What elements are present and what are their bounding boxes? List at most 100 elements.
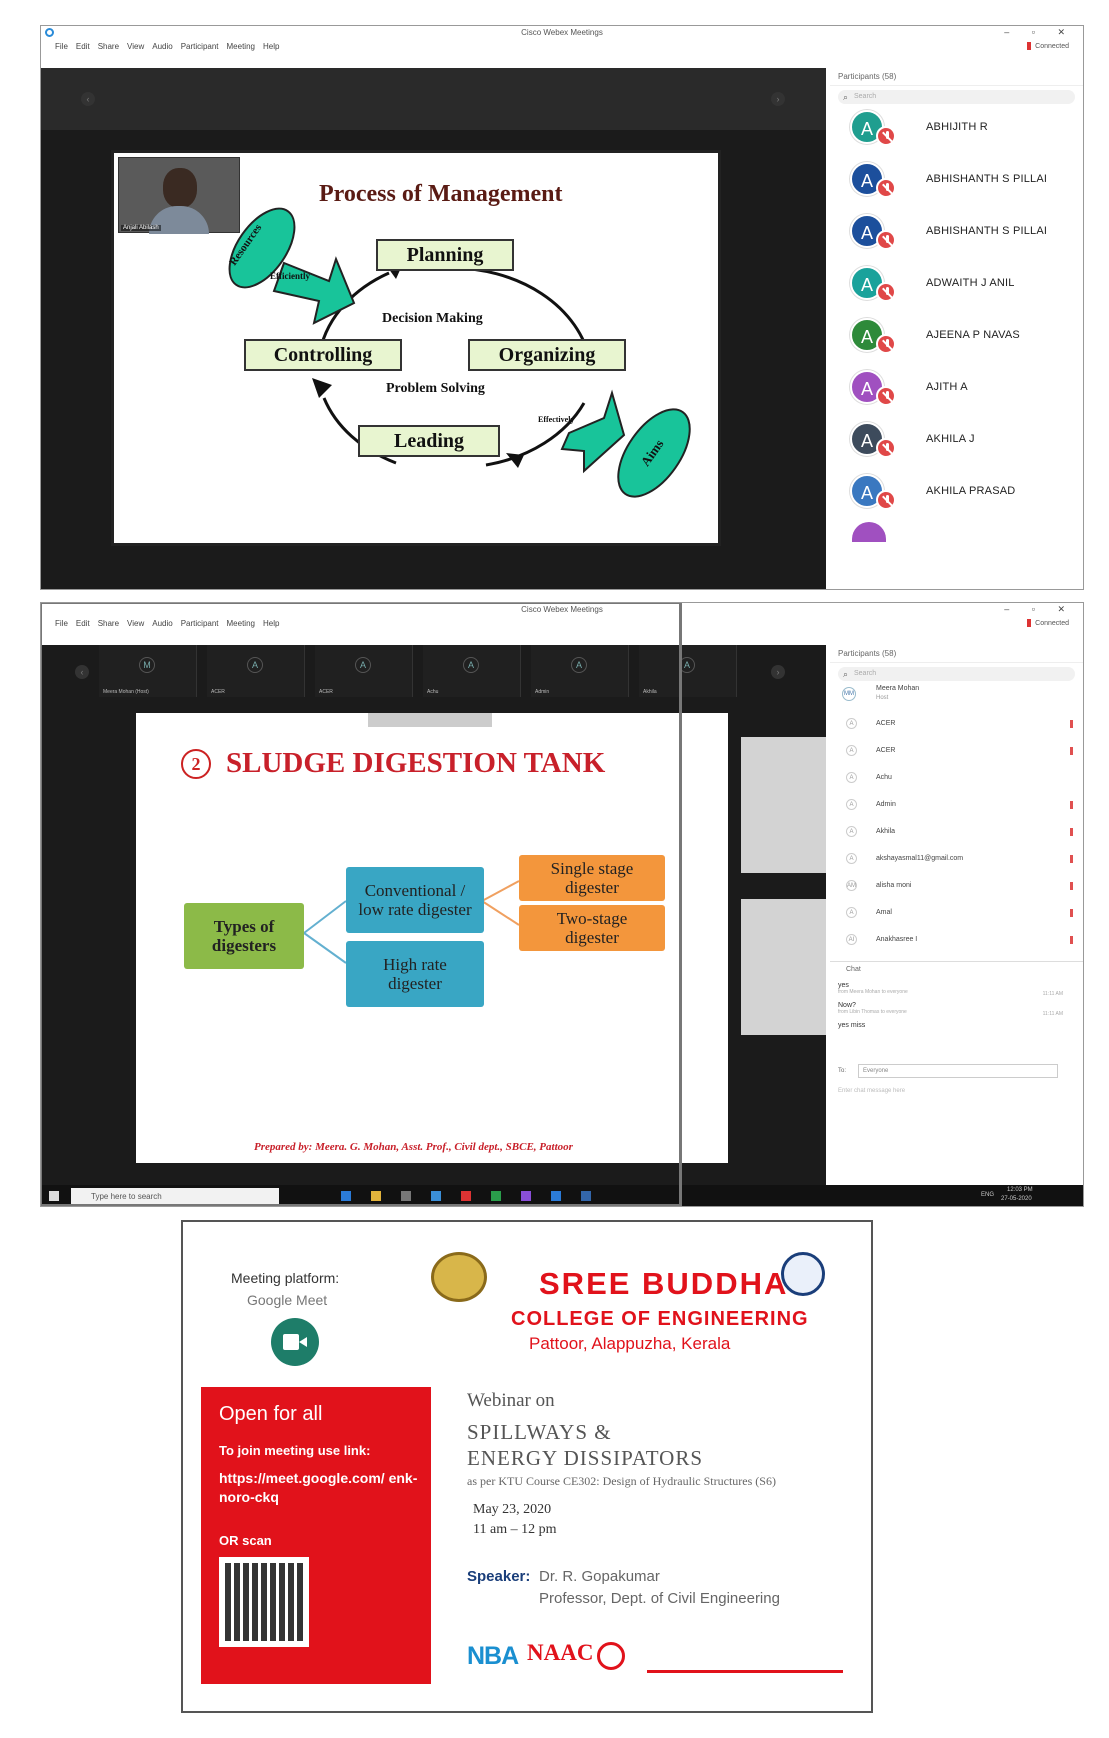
menu-file[interactable]: File bbox=[55, 619, 68, 628]
prev-arrow-icon[interactable]: ‹ bbox=[75, 665, 89, 679]
menu-edit[interactable]: Edit bbox=[76, 619, 90, 628]
window-controls[interactable]: – ▫ ✕ bbox=[1004, 604, 1075, 615]
avatar: MM bbox=[842, 687, 856, 701]
chat-recipient-select[interactable]: Everyone bbox=[858, 1064, 1058, 1078]
host-row[interactable]: MM Meera Mohan Host bbox=[830, 683, 1083, 709]
menu-help[interactable]: Help bbox=[263, 42, 279, 51]
participant-row[interactable]: Aakshayasmal11@gmail.com bbox=[830, 846, 1083, 873]
menu-meeting[interactable]: Meeting bbox=[227, 619, 255, 628]
video-thumbnail[interactable]: A ACER bbox=[315, 645, 413, 697]
search-input[interactable]: Search bbox=[838, 667, 1075, 681]
chat-text: yes bbox=[838, 982, 849, 989]
menu-bar: File Edit Share View Audio Participant Meeting… bbox=[41, 617, 1083, 631]
menu-edit[interactable]: Edit bbox=[76, 42, 90, 51]
taskbar-app-icon[interactable] bbox=[401, 1191, 411, 1201]
side-video-tile bbox=[741, 899, 826, 1035]
taskbar-app-icon[interactable] bbox=[581, 1191, 591, 1201]
taskbar-app-icon[interactable] bbox=[431, 1191, 441, 1201]
taskbar-app-icon[interactable] bbox=[461, 1191, 471, 1201]
video-thumbnail[interactable]: A ACER bbox=[207, 645, 305, 697]
video-thumbnail[interactable]: A Achu bbox=[423, 645, 521, 697]
participant-row[interactable]: A ABHISHANTH S PILLAI bbox=[830, 206, 1083, 258]
thumb-label: Akhila bbox=[643, 689, 657, 695]
windows-start-icon[interactable] bbox=[49, 1191, 59, 1201]
effectively-arrow bbox=[560, 389, 626, 474]
thumb-label: Meera Mohan (Host) bbox=[103, 689, 149, 695]
participant-row[interactable]: A ABHISHANTH S PILLAI bbox=[830, 154, 1083, 206]
muted-mic-icon bbox=[1070, 855, 1073, 863]
menu-audio[interactable]: Audio bbox=[152, 42, 172, 51]
conventional-digester-box: Conventional / low rate digester bbox=[346, 867, 484, 933]
video-thumbnail[interactable]: A Admin bbox=[531, 645, 629, 697]
thumb-label: Achu bbox=[427, 689, 439, 695]
taskbar-app-icon[interactable] bbox=[341, 1191, 351, 1201]
participant-name: Anakhasree I bbox=[876, 936, 918, 943]
prev-arrow-icon[interactable]: ‹ bbox=[81, 92, 95, 106]
menu-participant[interactable]: Participant bbox=[181, 619, 219, 628]
qr-code[interactable] bbox=[219, 1557, 309, 1647]
participant-row[interactable]: A AKHILA PRASAD bbox=[830, 466, 1083, 518]
avatar: A bbox=[846, 799, 857, 810]
participant-name: AKHILA PRASAD bbox=[926, 485, 1016, 497]
connection-status: Connected bbox=[1027, 42, 1069, 50]
participant-row[interactable]: A AJITH A bbox=[830, 362, 1083, 414]
menu-view[interactable]: View bbox=[127, 619, 144, 628]
participant-row[interactable]: AM alisha moni bbox=[830, 873, 1083, 900]
participant-name: Admin bbox=[876, 801, 896, 808]
box-planning: Planning bbox=[376, 239, 514, 271]
menu-help[interactable]: Help bbox=[263, 619, 279, 628]
taskbar-app-icon[interactable] bbox=[551, 1191, 561, 1201]
participants-header[interactable]: Participants (58) bbox=[830, 68, 1083, 86]
college-name: SREE BUDDHA bbox=[539, 1266, 789, 1301]
next-arrow-icon[interactable]: › bbox=[771, 92, 785, 106]
participant-row[interactable]: A ACER bbox=[830, 738, 1083, 765]
menu-audio[interactable]: Audio bbox=[152, 619, 172, 628]
menu-participant[interactable]: Participant bbox=[181, 42, 219, 51]
participant-row[interactable]: A Amal bbox=[830, 900, 1083, 927]
chat-text: yes miss bbox=[838, 1022, 866, 1029]
taskbar-app-icon[interactable] bbox=[371, 1191, 381, 1201]
participant-row[interactable]: A ACER bbox=[830, 711, 1083, 738]
video-thumbnail[interactable]: M Meera Mohan (Host) bbox=[99, 645, 197, 697]
participants-panel-2: Participants (58) Search MM Meera Mohan … bbox=[830, 645, 1083, 1185]
muted-mic-icon bbox=[1070, 720, 1073, 728]
menu-file[interactable]: File bbox=[55, 42, 68, 51]
thumb-label: Admin bbox=[535, 689, 550, 695]
topic-line-2: ENERGY DISSIPATORS bbox=[467, 1446, 704, 1470]
participants-header[interactable]: Participants (58) bbox=[830, 645, 1083, 663]
menu-meeting[interactable]: Meeting bbox=[227, 42, 255, 51]
participant-row[interactable]: A AKHILA J bbox=[830, 414, 1083, 466]
chat-header[interactable]: Chat bbox=[846, 966, 861, 973]
shared-slide: 2 SLUDGE DIGESTION TANK Types of digeste… bbox=[136, 713, 728, 1163]
menu-share[interactable]: Share bbox=[98, 619, 119, 628]
participant-name: akshayasmal11@gmail.com bbox=[876, 855, 964, 862]
taskbar-clock-time[interactable]: 12:03 PM bbox=[1007, 1187, 1033, 1193]
red-info-panel: Open for all To join meeting use link: h… bbox=[201, 1387, 431, 1684]
center-problem-solving: Problem Solving bbox=[386, 381, 485, 396]
taskbar-app-icon[interactable] bbox=[491, 1191, 501, 1201]
participant-row[interactable]: A ADWAITH J ANIL bbox=[830, 258, 1083, 310]
participant-row[interactable]: A ABHIJITH R bbox=[830, 102, 1083, 154]
participant-row[interactable]: A Akhila bbox=[830, 819, 1083, 846]
or-scan: OR scan bbox=[219, 1533, 272, 1548]
menu-share[interactable]: Share bbox=[98, 42, 119, 51]
taskbar-clock-date[interactable]: 27-05-2020 bbox=[1001, 1196, 1032, 1202]
participant-row[interactable]: A Admin bbox=[830, 792, 1083, 819]
participant-row[interactable]: AI Anakhasree I bbox=[830, 927, 1083, 954]
video-thumbnail[interactable]: A Akhila bbox=[639, 645, 737, 697]
taskbar-app-icon[interactable] bbox=[521, 1191, 531, 1201]
participant-row[interactable]: A Achu bbox=[830, 765, 1083, 792]
chat-input[interactable]: Enter chat message here bbox=[838, 1088, 905, 1094]
meeting-link[interactable]: https://meet.google.com/ enk-noro-ckq bbox=[219, 1469, 419, 1507]
avatar: A bbox=[846, 718, 857, 729]
menu-view[interactable]: View bbox=[127, 42, 144, 51]
webex-window-2: Cisco Webex Meetings – ▫ ✕ File Edit Share… bbox=[40, 602, 1084, 1207]
taskbar-search[interactable]: Type here to search bbox=[71, 1188, 279, 1205]
window-controls[interactable]: – ▫ ✕ bbox=[1004, 27, 1075, 38]
participant-name: ACER bbox=[876, 747, 896, 754]
next-arrow-icon[interactable]: › bbox=[771, 665, 785, 679]
avatar: A bbox=[846, 853, 857, 864]
avatar: AM bbox=[846, 880, 857, 891]
participant-row[interactable]: A AJEENA P NAVAS bbox=[830, 310, 1083, 362]
language-indicator[interactable]: ENG bbox=[981, 1192, 994, 1198]
